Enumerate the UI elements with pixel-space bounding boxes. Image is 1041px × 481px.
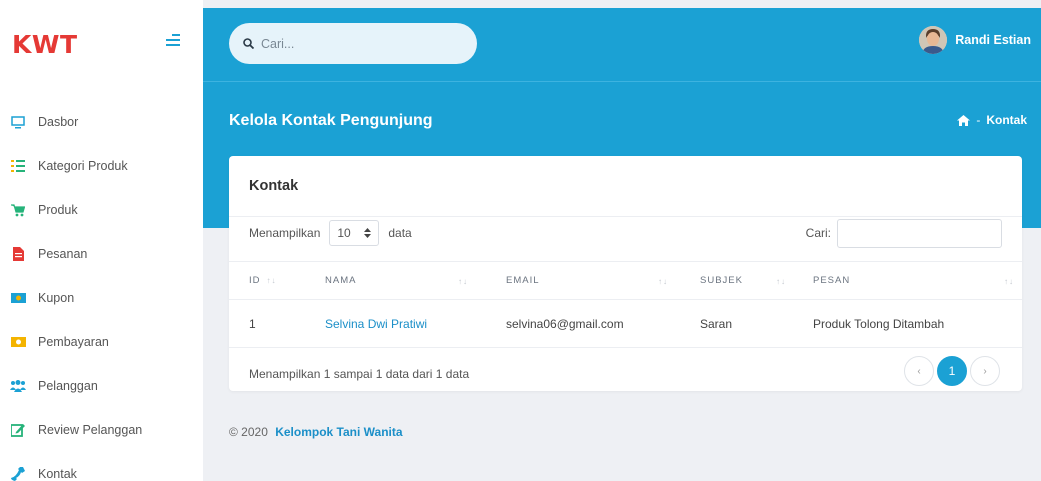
cell-pesan: Produk Tolong Ditambah: [794, 299, 1022, 348]
sort-icon: ↑↓: [658, 277, 668, 286]
topbar: Randi Estian: [203, 8, 1041, 81]
search-icon: [243, 38, 254, 49]
table-row: 1 Selvina Dwi Pratiwi selvina06@gmail.co…: [229, 299, 1022, 348]
length-select-value: 10: [337, 226, 351, 240]
sidebar-item-label: Produk: [38, 203, 78, 217]
pagination: ‹ 1 ›: [901, 356, 1000, 386]
sort-icon: ↑↓: [1004, 277, 1014, 286]
contact-card: Kontak Menampilkan 10 data Cari: ID ↑↓ NA…: [229, 156, 1022, 391]
sort-icon: ↑↓: [458, 277, 468, 286]
monitor-icon: [10, 114, 26, 130]
card-divider: [229, 216, 1022, 217]
sidebar-item-pelanggan[interactable]: Pelanggan: [0, 364, 203, 408]
cart-icon: [10, 202, 26, 218]
sidebar-item-label: Dasbor: [38, 115, 79, 129]
cell-id: 1: [229, 299, 293, 348]
length-suffix: data: [388, 226, 412, 240]
column-header-id[interactable]: ID ↑↓: [229, 261, 293, 300]
column-header-nama[interactable]: NAMA ↑↓: [293, 261, 476, 300]
sidebar-item-label: Kupon: [38, 291, 75, 305]
user-menu[interactable]: Randi Estian: [919, 26, 1031, 54]
pagination-next-button[interactable]: ›: [970, 356, 1000, 386]
footer-copyright: © 2020: [229, 425, 268, 439]
money-icon: [10, 334, 26, 350]
sidebar-item-dasbor[interactable]: Dasbor: [0, 100, 203, 144]
table-search-input[interactable]: [837, 218, 1002, 248]
sort-icon: ↑↓: [266, 276, 277, 285]
footer-org-link[interactable]: Kelompok Tani Wanita: [275, 425, 402, 439]
money-icon: [10, 290, 26, 306]
footer: © 2020 Kelompok Tani Wanita: [229, 425, 403, 439]
table-search-label: Cari:: [805, 226, 831, 240]
users-icon: [10, 378, 26, 394]
contact-table: ID ↑↓ NAMA ↑↓ EMAIL ↑↓ SUBJEK ↑↓ PESAN ↑↓ 1 S…: [229, 261, 1022, 348]
search-box[interactable]: [229, 23, 477, 64]
pagination-prev-button[interactable]: ‹: [904, 356, 934, 386]
sidebar-item-label: Review Pelanggan: [38, 423, 143, 437]
cell-subjek: Saran: [676, 299, 794, 348]
sidebar-item-label: Kategori Produk: [38, 159, 128, 173]
select-arrows-icon: [364, 228, 372, 238]
home-icon[interactable]: [957, 114, 971, 126]
search-input[interactable]: [261, 36, 461, 51]
user-name[interactable]: Randi Estian: [955, 33, 1031, 47]
breadcrumb: - Kontak: [957, 113, 1027, 127]
table-header-row: ID ↑↓ NAMA ↑↓ EMAIL ↑↓ SUBJEK ↑↓ PESAN ↑↓: [229, 261, 1022, 300]
length-prefix: Menampilkan: [249, 226, 321, 240]
sidebar-nav: Dasbor Kategori Produk Produk Pesanan Ku…: [0, 100, 203, 481]
sidebar-item-kontak[interactable]: Kontak: [0, 452, 203, 481]
phone-icon: [10, 466, 26, 481]
edit-icon: [10, 422, 26, 438]
sidebar-item-label: Kontak: [38, 467, 77, 481]
length-select[interactable]: 10: [329, 220, 380, 246]
sidebar-item-label: Pembayaran: [38, 335, 109, 349]
page-title: Kelola Kontak Pengunjung: [229, 112, 433, 129]
sidebar-item-produk[interactable]: Produk: [0, 188, 203, 232]
cell-email: selvina06@gmail.com: [476, 299, 676, 348]
sidebar-item-kupon[interactable]: Kupon: [0, 276, 203, 320]
column-header-email[interactable]: EMAIL ↑↓: [476, 261, 676, 300]
table-info: Menampilkan 1 sampai 1 data dari 1 data: [249, 367, 470, 381]
length-control: Menampilkan 10 data: [249, 218, 412, 248]
avatar[interactable]: [919, 26, 948, 54]
pagination-page-button[interactable]: 1: [937, 356, 967, 386]
brand-logo[interactable]: KWT: [12, 30, 78, 59]
column-header-subjek[interactable]: SUBJEK ↑↓: [676, 261, 794, 300]
sidebar-item-label: Pesanan: [38, 247, 88, 261]
column-header-pesan[interactable]: PESAN ↑↓: [794, 261, 1022, 300]
cell-nama[interactable]: Selvina Dwi Pratiwi: [293, 299, 476, 348]
table-search: Cari:: [806, 218, 1002, 248]
breadcrumb-current: Kontak: [986, 113, 1027, 127]
list-icon: [10, 158, 26, 174]
sidebar-item-label: Pelanggan: [38, 379, 98, 393]
breadcrumb-separator: -: [976, 113, 981, 127]
sidebar-item-review-pelanggan[interactable]: Review Pelanggan: [0, 408, 203, 452]
sidebar-item-kategori-produk[interactable]: Kategori Produk: [0, 144, 203, 188]
file-icon: [10, 246, 26, 262]
sort-icon: ↑↓: [776, 277, 786, 286]
menu-toggle-icon[interactable]: [166, 34, 180, 48]
sidebar-item-pesanan[interactable]: Pesanan: [0, 232, 203, 276]
card-title: Kontak: [249, 178, 299, 194]
sidebar: KWT Dasbor Kategori Produk Produk Pesana…: [0, 0, 203, 481]
sidebar-item-pembayaran[interactable]: Pembayaran: [0, 320, 203, 364]
